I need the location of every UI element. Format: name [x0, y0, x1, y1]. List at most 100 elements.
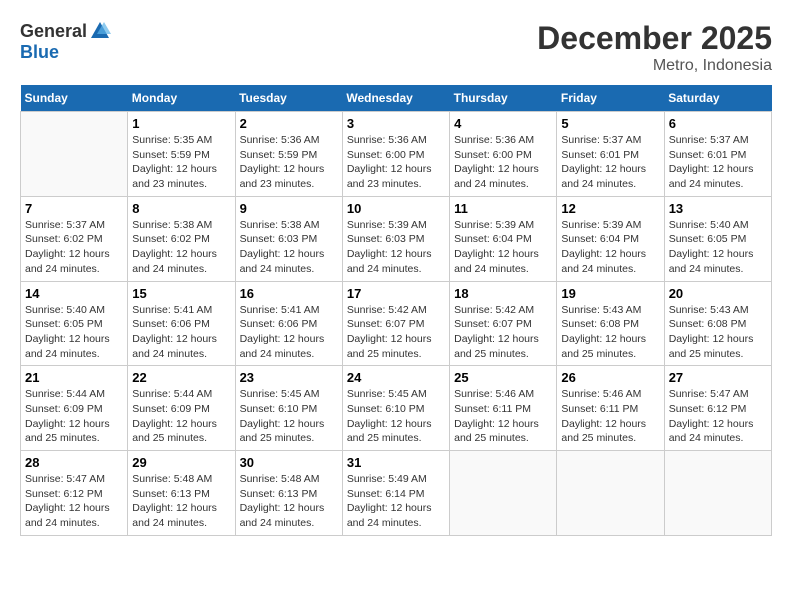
- calendar-body: 1 Sunrise: 5:35 AM Sunset: 5:59 PM Daylig…: [21, 112, 772, 536]
- day-header: Saturday: [664, 85, 771, 112]
- logo-blue: Blue: [20, 42, 59, 63]
- calendar-cell: 13 Sunrise: 5:40 AM Sunset: 6:05 PM Dayli…: [664, 196, 771, 281]
- calendar-cell: 1 Sunrise: 5:35 AM Sunset: 5:59 PM Daylig…: [128, 112, 235, 197]
- day-header: Tuesday: [235, 85, 342, 112]
- calendar-week-row: 21Sunrise: 5:44 AM Sunset: 6:09 PM Dayli…: [21, 366, 772, 451]
- calendar-cell: 10 Sunrise: 5:39 AM Sunset: 6:03 PM Dayli…: [342, 196, 449, 281]
- day-detail: Sunrise: 5:44 AM Sunset: 6:09 PM Dayligh…: [132, 387, 230, 446]
- calendar-cell: 24 Sunrise: 5:45 AM Sunset: 6:10 PM Dayli…: [342, 366, 449, 451]
- day-number: 12: [561, 201, 659, 216]
- day-detail: Sunrise: 5:36 AM Sunset: 6:00 PM Dayligh…: [454, 133, 552, 192]
- day-number: 3: [347, 116, 445, 131]
- day-detail: Sunrise: 5:40 AM Sunset: 6:05 PM Dayligh…: [669, 218, 767, 277]
- day-number: 4: [454, 116, 552, 131]
- day-number: 9: [240, 201, 338, 216]
- day-detail: Sunrise: 5:39 AM Sunset: 6:04 PM Dayligh…: [561, 218, 659, 277]
- logo: General Blue: [20, 20, 111, 63]
- calendar-cell: 8Sunrise: 5:38 AM Sunset: 6:02 PM Daylig…: [128, 196, 235, 281]
- calendar-cell: 17 Sunrise: 5:42 AM Sunset: 6:07 PM Dayli…: [342, 281, 449, 366]
- calendar-cell: 3 Sunrise: 5:36 AM Sunset: 6:00 PM Daylig…: [342, 112, 449, 197]
- day-detail: Sunrise: 5:48 AM Sunset: 6:13 PM Dayligh…: [240, 472, 338, 531]
- day-detail: Sunrise: 5:35 AM Sunset: 5:59 PM Dayligh…: [132, 133, 230, 192]
- day-detail: Sunrise: 5:38 AM Sunset: 6:03 PM Dayligh…: [240, 218, 338, 277]
- day-number: 19: [561, 286, 659, 301]
- day-number: 16: [240, 286, 338, 301]
- day-number: 6: [669, 116, 767, 131]
- day-number: 10: [347, 201, 445, 216]
- day-number: 30: [240, 455, 338, 470]
- day-number: 1: [132, 116, 230, 131]
- calendar-week-row: 7Sunrise: 5:37 AM Sunset: 6:02 PM Daylig…: [21, 196, 772, 281]
- day-detail: Sunrise: 5:46 AM Sunset: 6:11 PM Dayligh…: [454, 387, 552, 446]
- day-number: 25: [454, 370, 552, 385]
- day-number: 29: [132, 455, 230, 470]
- day-header: Friday: [557, 85, 664, 112]
- calendar-cell: 29 Sunrise: 5:48 AM Sunset: 6:13 PM Dayli…: [128, 451, 235, 536]
- calendar-cell: 26 Sunrise: 5:46 AM Sunset: 6:11 PM Dayli…: [557, 366, 664, 451]
- title-section: December 2025 Metro, Indonesia: [537, 20, 772, 75]
- day-number: 15: [132, 286, 230, 301]
- day-detail: Sunrise: 5:37 AM Sunset: 6:01 PM Dayligh…: [561, 133, 659, 192]
- calendar-cell: 16Sunrise: 5:41 AM Sunset: 6:06 PM Dayli…: [235, 281, 342, 366]
- calendar-cell: 20Sunrise: 5:43 AM Sunset: 6:08 PM Dayli…: [664, 281, 771, 366]
- calendar-header-row: SundayMondayTuesdayWednesdayThursdayFrid…: [21, 85, 772, 112]
- logo-general: General: [20, 21, 87, 42]
- calendar-subtitle: Metro, Indonesia: [537, 57, 772, 75]
- day-detail: Sunrise: 5:36 AM Sunset: 5:59 PM Dayligh…: [240, 133, 338, 192]
- day-detail: Sunrise: 5:36 AM Sunset: 6:00 PM Dayligh…: [347, 133, 445, 192]
- logo-icon: [89, 20, 111, 42]
- day-detail: Sunrise: 5:47 AM Sunset: 6:12 PM Dayligh…: [25, 472, 123, 531]
- day-number: 28: [25, 455, 123, 470]
- calendar-cell: 9 Sunrise: 5:38 AM Sunset: 6:03 PM Daylig…: [235, 196, 342, 281]
- calendar-cell: 11 Sunrise: 5:39 AM Sunset: 6:04 PM Dayli…: [450, 196, 557, 281]
- day-detail: Sunrise: 5:37 AM Sunset: 6:02 PM Dayligh…: [25, 218, 123, 277]
- calendar-cell: 31 Sunrise: 5:49 AM Sunset: 6:14 PM Dayli…: [342, 451, 449, 536]
- day-number: 24: [347, 370, 445, 385]
- calendar-week-row: 28 Sunrise: 5:47 AM Sunset: 6:12 PM Dayli…: [21, 451, 772, 536]
- calendar-cell: 5Sunrise: 5:37 AM Sunset: 6:01 PM Daylig…: [557, 112, 664, 197]
- calendar-table: SundayMondayTuesdayWednesdayThursdayFrid…: [20, 85, 772, 536]
- day-detail: Sunrise: 5:48 AM Sunset: 6:13 PM Dayligh…: [132, 472, 230, 531]
- day-detail: Sunrise: 5:46 AM Sunset: 6:11 PM Dayligh…: [561, 387, 659, 446]
- calendar-cell: 7Sunrise: 5:37 AM Sunset: 6:02 PM Daylig…: [21, 196, 128, 281]
- day-detail: Sunrise: 5:42 AM Sunset: 6:07 PM Dayligh…: [347, 303, 445, 362]
- calendar-cell: 28 Sunrise: 5:47 AM Sunset: 6:12 PM Dayli…: [21, 451, 128, 536]
- day-number: 22: [132, 370, 230, 385]
- day-number: 14: [25, 286, 123, 301]
- day-number: 11: [454, 201, 552, 216]
- day-detail: Sunrise: 5:37 AM Sunset: 6:01 PM Dayligh…: [669, 133, 767, 192]
- calendar-cell: 4 Sunrise: 5:36 AM Sunset: 6:00 PM Daylig…: [450, 112, 557, 197]
- day-detail: Sunrise: 5:39 AM Sunset: 6:03 PM Dayligh…: [347, 218, 445, 277]
- day-number: 20: [669, 286, 767, 301]
- day-number: 2: [240, 116, 338, 131]
- day-detail: Sunrise: 5:45 AM Sunset: 6:10 PM Dayligh…: [347, 387, 445, 446]
- day-number: 17: [347, 286, 445, 301]
- calendar-cell: 18Sunrise: 5:42 AM Sunset: 6:07 PM Dayli…: [450, 281, 557, 366]
- day-detail: Sunrise: 5:47 AM Sunset: 6:12 PM Dayligh…: [669, 387, 767, 446]
- page-header: General Blue December 2025 Metro, Indone…: [20, 20, 772, 75]
- day-detail: Sunrise: 5:49 AM Sunset: 6:14 PM Dayligh…: [347, 472, 445, 531]
- calendar-cell: 22 Sunrise: 5:44 AM Sunset: 6:09 PM Dayli…: [128, 366, 235, 451]
- calendar-week-row: 1 Sunrise: 5:35 AM Sunset: 5:59 PM Daylig…: [21, 112, 772, 197]
- day-detail: Sunrise: 5:38 AM Sunset: 6:02 PM Dayligh…: [132, 218, 230, 277]
- day-detail: Sunrise: 5:44 AM Sunset: 6:09 PM Dayligh…: [25, 387, 123, 446]
- calendar-cell: [21, 112, 128, 197]
- day-header: Sunday: [21, 85, 128, 112]
- day-detail: Sunrise: 5:43 AM Sunset: 6:08 PM Dayligh…: [561, 303, 659, 362]
- day-header: Wednesday: [342, 85, 449, 112]
- calendar-cell: 30 Sunrise: 5:48 AM Sunset: 6:13 PM Dayli…: [235, 451, 342, 536]
- day-number: 13: [669, 201, 767, 216]
- day-header: Monday: [128, 85, 235, 112]
- day-detail: Sunrise: 5:39 AM Sunset: 6:04 PM Dayligh…: [454, 218, 552, 277]
- day-detail: Sunrise: 5:45 AM Sunset: 6:10 PM Dayligh…: [240, 387, 338, 446]
- day-number: 27: [669, 370, 767, 385]
- calendar-cell: 2 Sunrise: 5:36 AM Sunset: 5:59 PM Daylig…: [235, 112, 342, 197]
- day-detail: Sunrise: 5:40 AM Sunset: 6:05 PM Dayligh…: [25, 303, 123, 362]
- calendar-cell: [450, 451, 557, 536]
- calendar-cell: 19 Sunrise: 5:43 AM Sunset: 6:08 PM Dayli…: [557, 281, 664, 366]
- calendar-cell: 23Sunrise: 5:45 AM Sunset: 6:10 PM Dayli…: [235, 366, 342, 451]
- calendar-cell: [664, 451, 771, 536]
- calendar-cell: 14 Sunrise: 5:40 AM Sunset: 6:05 PM Dayli…: [21, 281, 128, 366]
- day-number: 31: [347, 455, 445, 470]
- day-number: 26: [561, 370, 659, 385]
